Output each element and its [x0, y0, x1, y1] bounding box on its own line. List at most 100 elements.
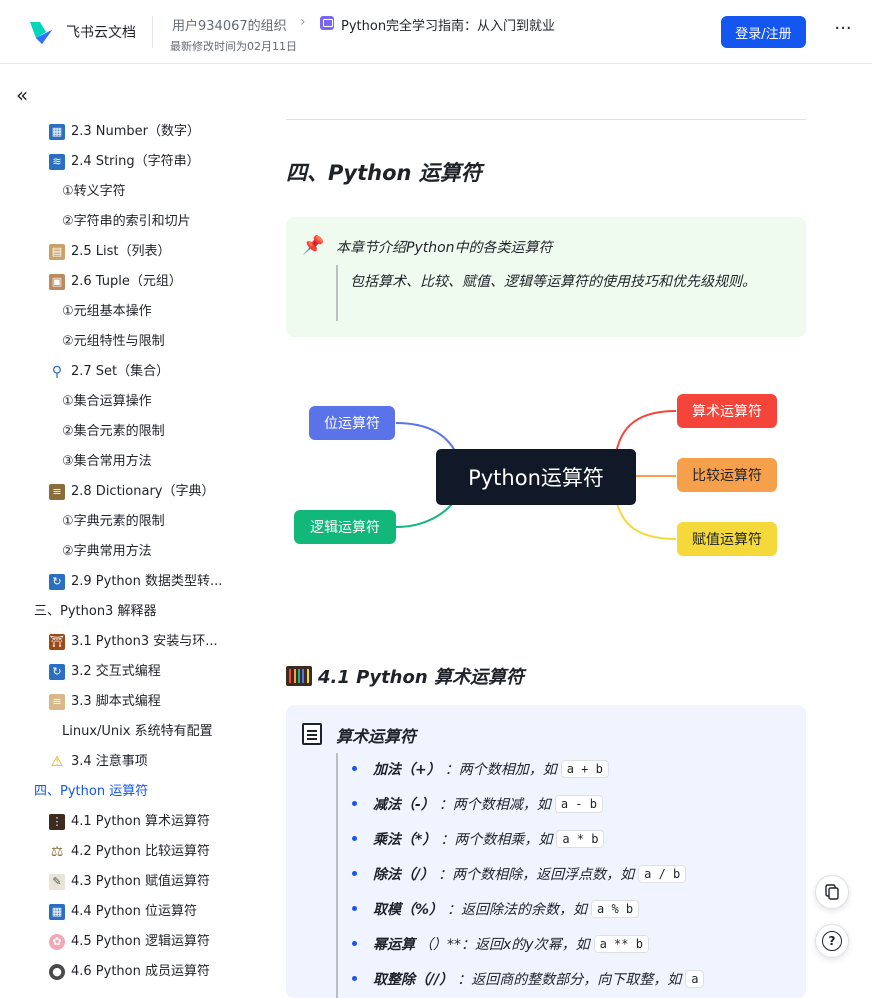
cycle-icon: ↻ [49, 664, 65, 680]
toc-item[interactable]: ①元组基本操作 [0, 297, 250, 327]
toc-item[interactable]: ▦ 4.4 Python 位运算符 [0, 897, 250, 927]
brain-icon: ✿ [49, 934, 65, 950]
mindmap-center-node[interactable]: Python运算符 [436, 449, 636, 505]
list-item: 减法（-） ：两个数相减，如 a - b [352, 786, 792, 821]
toc-item[interactable]: ⛩ 3.1 Python3 安装与环... [0, 627, 250, 657]
toc-item[interactable]: ● 4.6 Python 成员运算符 [0, 957, 250, 987]
warning-icon: ⚠ [50, 754, 64, 770]
mindmap-node-arith[interactable]: 算术运算符 [677, 394, 777, 428]
breadcrumb-chevron-icon: › [300, 14, 306, 30]
bullet-dot [352, 801, 357, 806]
toc-item[interactable]: ≡ 3.3 脚本式编程 [0, 687, 250, 717]
toc-item[interactable]: ≋ 2.4 String（字符串） [0, 147, 250, 177]
toc-item[interactable]: ▣ 2.6 Tuple（元组） [0, 267, 250, 297]
toc-sidebar: « ▦ 2.3 Number（数字） ≋ 2.4 String（字符串） ①转义字符… [0, 65, 250, 998]
mindmap-node-bit[interactable]: 位运算符 [309, 406, 395, 440]
quote-bar [336, 265, 338, 321]
copy-icon[interactable] [815, 875, 849, 909]
scroll-icon: ≡ [49, 694, 65, 710]
login-button[interactable]: 登录/注册 [721, 16, 806, 48]
toc-item-active[interactable]: 四、Python 运算符 [0, 777, 250, 807]
toc-item[interactable]: ③集合常用方法 [0, 447, 250, 477]
brand-name[interactable]: 飞书云文档 [66, 22, 136, 42]
abacus-icon: ⋮ [49, 814, 65, 830]
list-item: 取整除（//） ：返回商的整数部分，向下取整，如 a [352, 961, 792, 996]
toc-item[interactable]: ⋮ 4.1 Python 算术运算符 [0, 807, 250, 837]
abacus-icon [286, 666, 312, 686]
shrine-icon: ⛩ [49, 634, 65, 650]
more-menu-icon[interactable]: ··· [830, 18, 856, 44]
pushpin-icon: 📌 [302, 235, 325, 256]
callout-title: 本章节介绍Python中的各类运算符 [336, 240, 553, 256]
toc-item[interactable]: 三、Python3 解释器 [0, 597, 250, 627]
toc-item[interactable]: ✎ 4.3 Python 赋值运算符 [0, 867, 250, 897]
number-icon: ▦ [49, 904, 65, 920]
toc-item[interactable]: ≡ 2.8 Dictionary（字典） [0, 477, 250, 507]
arith-callout-title: 算术运算符 [336, 727, 417, 746]
memo-icon: ✎ [49, 874, 65, 890]
toc-item[interactable]: ②字典常用方法 [0, 537, 250, 567]
toc-item[interactable]: ✿ 4.5 Python 逻辑运算符 [0, 927, 250, 957]
list-item: 幂运算 （）**：返回x的y次幂，如 a ** b [352, 926, 792, 961]
toc-item[interactable]: ↻ 3.2 交互式编程 [0, 657, 250, 687]
collapse-sidebar-icon[interactable]: « [16, 83, 28, 107]
magnifier-icon: ⚲ [51, 364, 63, 380]
toc-item[interactable]: ↻ 2.9 Python 数据类型转... [0, 567, 250, 597]
toc-item[interactable]: ②元组特性与限制 [0, 327, 250, 357]
feishu-logo-icon[interactable] [22, 18, 56, 46]
top-bar: 飞书云文档 用户934067的组织 › Python完全学习指南：从入门到就业 … [0, 0, 872, 64]
people-icon: ● [49, 964, 65, 980]
help-glyph: ? [822, 931, 842, 951]
mindmap-node-assign[interactable]: 赋值运算符 [677, 522, 777, 556]
breadcrumb-doc-title[interactable]: Python完全学习指南：从入门到就业 [341, 15, 555, 34]
toc-item[interactable]: Linux/Unix 系统特有配置 [0, 717, 250, 747]
toc-list: ▦ 2.3 Number（数字） ≋ 2.4 String（字符串） ①转义字符 ②… [0, 117, 250, 987]
doc-content: 四、Python 运算符 📌 本章节介绍Python中的各类运算符 包括算术、比… [286, 65, 806, 998]
subsection-heading: 4.1 Python 算术运算符 [286, 663, 524, 689]
operator-list: 加法（+） ：两个数相加，如 a + b 减法（-） ：两个数相减，如 a - b 乘法… [352, 751, 792, 996]
page-icon [302, 723, 322, 745]
copy-glyph [825, 884, 839, 900]
string-icon: ≋ [49, 154, 65, 170]
bullet-dot [352, 836, 357, 841]
toc-item[interactable]: ▤ 2.5 List（列表） [0, 237, 250, 267]
cycle-icon: ↻ [49, 574, 65, 590]
clipboard-icon: ▤ [49, 244, 65, 260]
connector-assign [615, 498, 677, 540]
mindmap-node-compare[interactable]: 比较运算符 [677, 458, 777, 492]
header-divider [152, 16, 153, 48]
bullet-dot [352, 871, 357, 876]
mindmap-node-logic[interactable]: 逻辑运算符 [294, 510, 396, 544]
toc-item[interactable]: ①转义字符 [0, 177, 250, 207]
bullet-dot [352, 906, 357, 911]
section-heading: 四、Python 运算符 [286, 161, 482, 185]
callout-block: 📌 本章节介绍Python中的各类运算符 包括算术、比较、赋值、逻辑等运算符的使… [286, 217, 806, 337]
list-item: 加法（+） ：两个数相加，如 a + b [352, 751, 792, 786]
box-icon: ▣ [49, 274, 65, 290]
quote-bar [336, 753, 338, 998]
list-item: 取模（%） ：返回除法的余数，如 a % b [352, 891, 792, 926]
toc-item[interactable]: ⚠ 3.4 注意事项 [0, 747, 250, 777]
connector-arith [615, 410, 677, 454]
list-item: 乘法（*） ：两个数相乘，如 a * b [352, 821, 792, 856]
breadcrumb-org[interactable]: 用户934067的组织 [172, 15, 287, 34]
help-icon[interactable]: ? [815, 924, 849, 958]
toc-item[interactable]: ①集合运算操作 [0, 387, 250, 417]
bullet-dot [352, 941, 357, 946]
callout-desc: 包括算术、比较、赋值、逻辑等运算符的使用技巧和优先级规则。 [350, 274, 756, 290]
bullet-dot [352, 766, 357, 771]
arith-callout-block: 算术运算符 加法（+） ：两个数相加，如 a + b 减法（-） ：两个数相减，如 a … [286, 705, 806, 998]
toc-item[interactable]: ▦ 2.3 Number（数字） [0, 117, 250, 147]
toc-item[interactable]: ②字符串的索引和切片 [0, 207, 250, 237]
toc-item[interactable]: ②集合元素的限制 [0, 417, 250, 447]
scales-icon: ⚖ [50, 844, 64, 860]
number-icon: ▦ [49, 124, 65, 140]
divider [286, 119, 806, 120]
operator-mindmap: Python运算符 位运算符 逻辑运算符 算术运算符 比较运算符 赋值运算符 [286, 383, 806, 573]
last-modified-text: 最新修改时间为02月11日 [170, 40, 297, 53]
toc-item[interactable]: ①字典元素的限制 [0, 507, 250, 537]
books-icon: ≡ [49, 484, 65, 500]
toc-item[interactable]: ⚲ 2.7 Set（集合） [0, 357, 250, 387]
doc-type-icon [320, 16, 334, 30]
toc-item[interactable]: ⚖ 4.2 Python 比较运算符 [0, 837, 250, 867]
